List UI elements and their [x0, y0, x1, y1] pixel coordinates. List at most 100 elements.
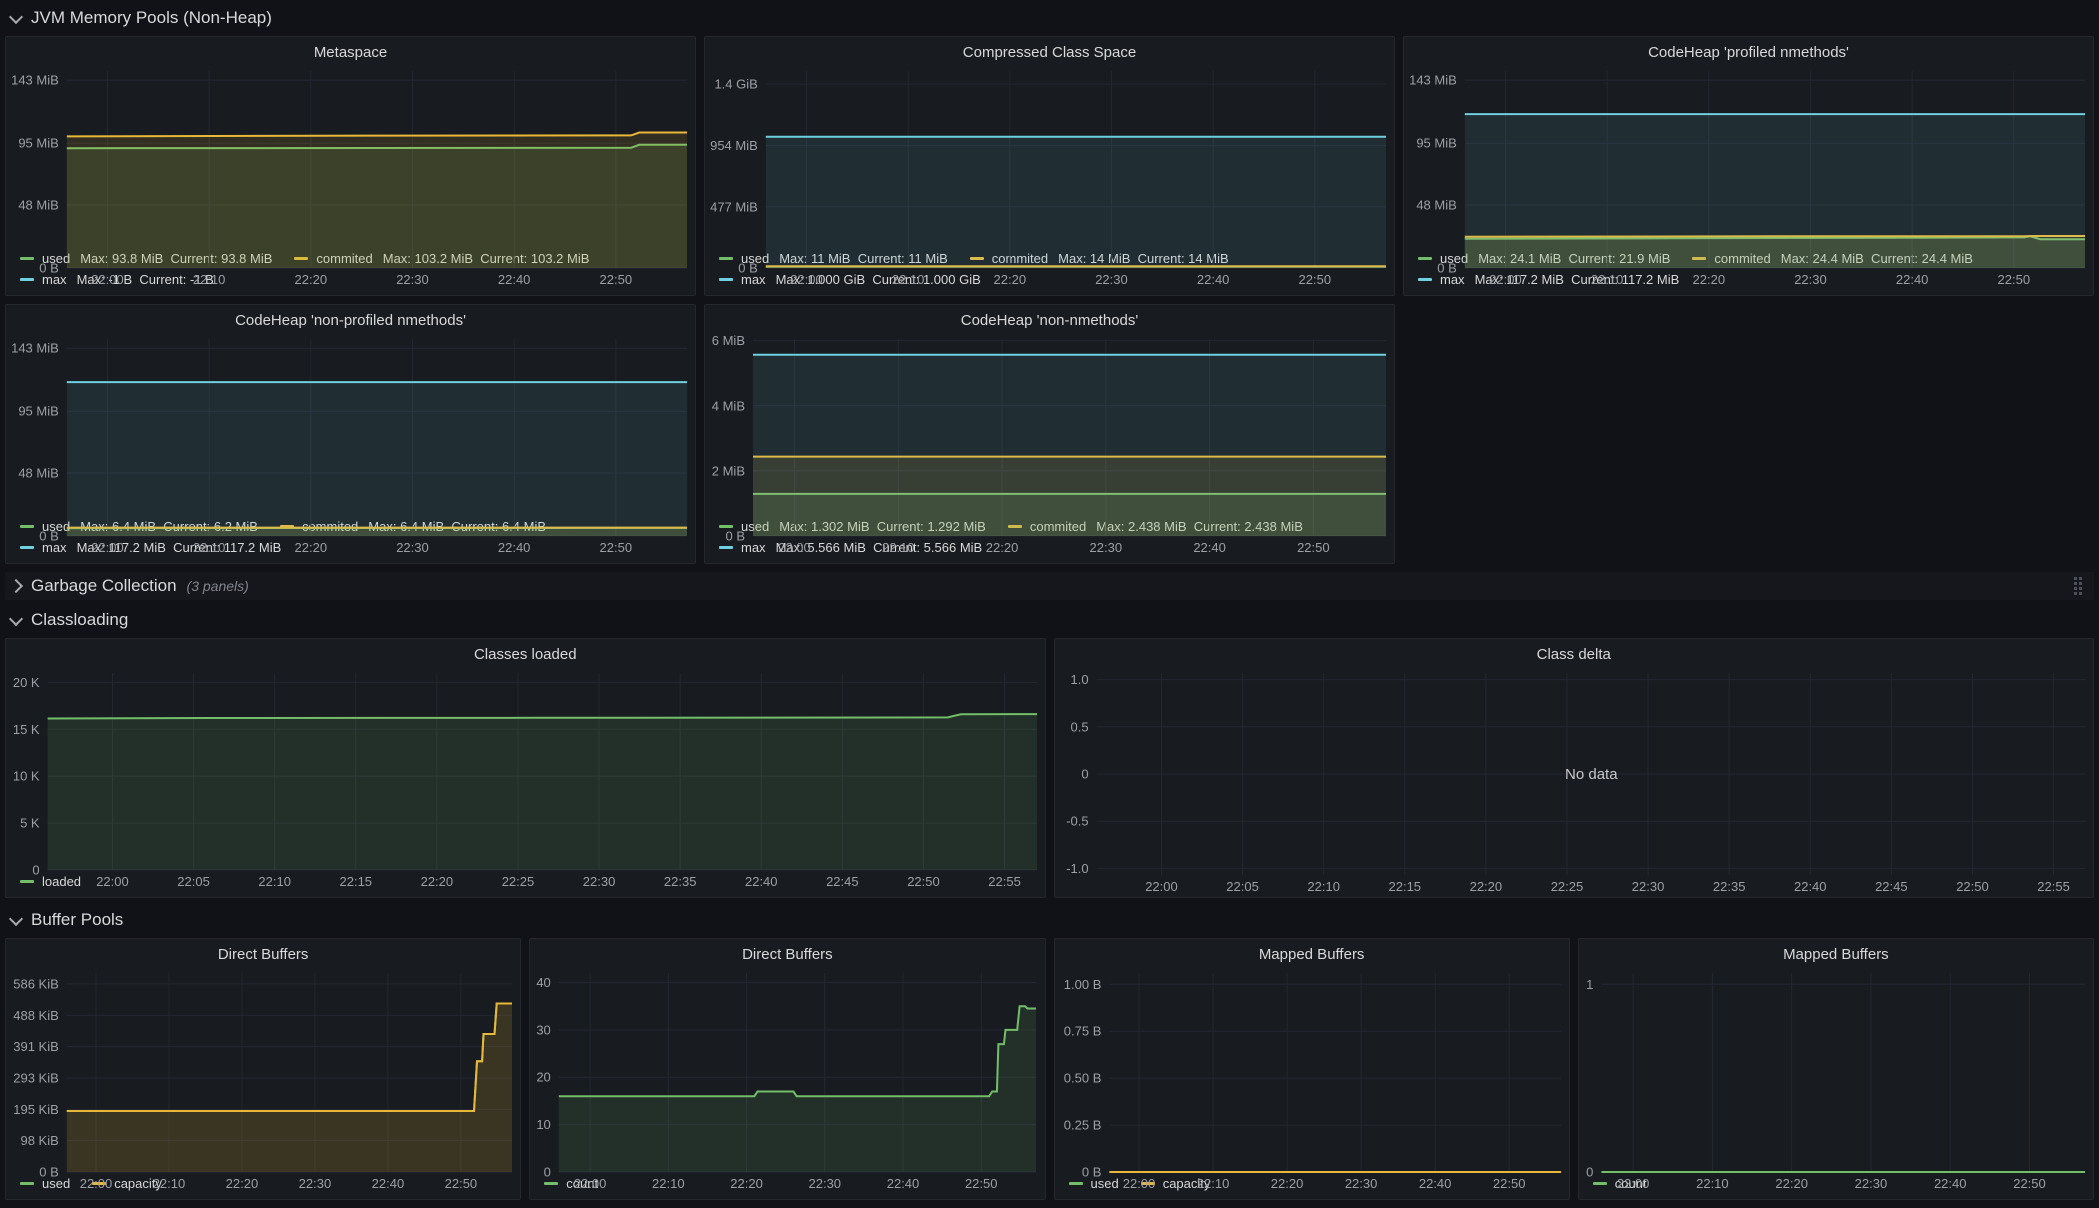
x-tick-label: 22:50	[1998, 272, 2031, 287]
x-tick-label: 22:50	[907, 874, 940, 889]
x-tick-label: 22:50	[1956, 879, 1989, 894]
x-tick-label: 22:10	[892, 272, 925, 287]
x-tick-label: 22:10	[1696, 1176, 1729, 1191]
x-tick-label: 22:40	[498, 272, 531, 287]
y-tick-label: 293 KiB	[13, 1070, 59, 1085]
panel-codeheap-non-nmethods: CodeHeap 'non-nmethods' 22:0022:1022:202…	[704, 304, 1395, 564]
panel-title[interactable]: Class delta	[1055, 639, 2094, 665]
section-title: JVM Memory Pools (Non-Heap)	[31, 8, 272, 28]
chart-canvas[interactable]: 22:0022:1022:2022:3022:4022:50010203040	[530, 965, 1044, 1194]
y-tick-label: 20	[537, 1070, 551, 1085]
x-tick-label: 22:00	[1122, 1176, 1155, 1191]
chart-canvas[interactable]: 22:0022:0522:1022:1522:2022:2522:3022:35…	[6, 665, 1045, 892]
section-header-garbage-collection[interactable]: Garbage Collection (3 panels)	[5, 572, 2094, 600]
x-tick-label: 22:30	[396, 540, 429, 555]
chevron-down-icon	[9, 611, 23, 625]
panel-title[interactable]: CodeHeap 'non-nmethods'	[705, 305, 1394, 331]
x-tick-label: 22:50	[1297, 540, 1330, 555]
panel-title[interactable]: Mapped Buffers	[1579, 939, 2093, 965]
y-tick-label: -0.5	[1066, 814, 1088, 829]
x-tick-label: 22:10	[652, 1176, 685, 1191]
chart-canvas[interactable]: 22:0022:1022:2022:3022:4022:500 B2 MiB4 …	[705, 331, 1394, 558]
y-tick-label: 1.00 B	[1063, 977, 1101, 992]
panel-title[interactable]: Direct Buffers	[530, 939, 1044, 965]
panel-title[interactable]: CodeHeap 'profiled nmethods'	[1404, 37, 2093, 63]
series-line-commited	[67, 133, 687, 137]
chart-canvas[interactable]: 22:0022:1022:2022:3022:4022:500 B48 MiB9…	[6, 331, 695, 558]
x-tick-label: 22:15	[1388, 879, 1421, 894]
section-header-classloading[interactable]: Classloading	[5, 606, 2094, 634]
panel-codeheap-profiled: CodeHeap 'profiled nmethods' 22:0022:102…	[1403, 36, 2094, 296]
series-fill-max	[1465, 114, 2085, 268]
chevron-right-icon	[9, 579, 23, 593]
x-tick-label: 22:50	[1299, 272, 1332, 287]
panel-title[interactable]: Mapped Buffers	[1055, 939, 1569, 965]
x-tick-label: 22:20	[226, 1176, 259, 1191]
x-tick-label: 22:20	[1270, 1176, 1303, 1191]
x-tick-label: 22:55	[988, 874, 1021, 889]
chart-canvas[interactable]: 22:0022:1022:2022:3022:4022:500 B477 MiB…	[705, 63, 1394, 290]
chart-canvas[interactable]: 22:0022:0522:1022:1522:2022:2522:3022:35…	[1055, 665, 2094, 897]
x-tick-label: 22:40	[1793, 879, 1826, 894]
y-tick-label: 30	[537, 1022, 551, 1037]
panel-direct-buffers-bytes: Direct Buffers 22:0022:1022:2022:3022:40…	[5, 938, 521, 1200]
x-tick-label: 22:00	[1145, 879, 1178, 894]
panel-codeheap-non-profiled: CodeHeap 'non-profiled nmethods' 22:0022…	[5, 304, 696, 564]
y-tick-label: 488 KiB	[13, 1008, 59, 1023]
panel-title[interactable]: Direct Buffers	[6, 939, 520, 965]
panel-metaspace: Metaspace 22:0022:1022:2022:3022:4022:50…	[5, 36, 696, 296]
y-tick-label: 6 MiB	[712, 333, 745, 348]
classloading-grid: Classes loaded 22:0022:0522:1022:1522:20…	[5, 638, 2094, 898]
drag-handle-icon[interactable]	[2074, 577, 2082, 595]
x-tick-label: 22:30	[1095, 272, 1128, 287]
x-tick-label: 22:30	[583, 874, 616, 889]
y-tick-label: 5 K	[20, 816, 40, 831]
y-tick-label: 98 KiB	[20, 1133, 58, 1148]
y-tick-label: 0.75 B	[1063, 1024, 1101, 1039]
x-tick-label: 22:50	[965, 1176, 998, 1191]
series-fill-max	[766, 137, 1386, 268]
y-tick-label: 95 MiB	[18, 136, 58, 151]
chart-mapped-buffers-count: 22:0022:1022:2022:3022:4022:5001	[1579, 965, 2093, 1173]
panel-title[interactable]: Classes loaded	[6, 639, 1045, 665]
chart-codeheap-non-profiled: 22:0022:1022:2022:3022:4022:500 B48 MiB9…	[6, 331, 695, 516]
x-tick-label: 22:25	[502, 874, 535, 889]
y-tick-label: 40	[537, 975, 551, 990]
panel-title[interactable]: CodeHeap 'non-profiled nmethods'	[6, 305, 695, 331]
x-tick-label: 22:30	[299, 1176, 332, 1191]
panel-title[interactable]: Metaspace	[6, 37, 695, 63]
x-tick-label: 22:20	[1469, 879, 1502, 894]
chevron-down-icon	[9, 9, 23, 23]
section-title: Garbage Collection	[31, 576, 177, 596]
chart-canvas[interactable]: 22:0022:1022:2022:3022:4022:500 B98 KiB1…	[6, 965, 520, 1194]
y-tick-label: 48 MiB	[18, 465, 58, 480]
x-tick-label: 22:20	[295, 272, 328, 287]
panel-title[interactable]: Compressed Class Space	[705, 37, 1394, 63]
x-tick-label: 22:30	[1794, 272, 1827, 287]
x-tick-label: 22:35	[664, 874, 697, 889]
y-tick-label: 0	[1586, 1165, 1593, 1180]
x-tick-label: 22:30	[1344, 1176, 1377, 1191]
x-tick-label: 22:40	[887, 1176, 920, 1191]
section-header-buffer-pools[interactable]: Buffer Pools	[5, 906, 2094, 934]
series-fill-max	[753, 355, 1386, 536]
chart-compressed-class-space: 22:0022:1022:2022:3022:4022:500 B477 MiB…	[705, 63, 1394, 248]
chart-canvas[interactable]: 22:0022:1022:2022:3022:4022:500 B0.25 B0…	[1055, 965, 1569, 1194]
y-tick-label: 2 MiB	[712, 463, 745, 478]
x-tick-label: 22:10	[1196, 1176, 1229, 1191]
chart-canvas[interactable]: 22:0022:1022:2022:3022:4022:500 B48 MiB9…	[1404, 63, 2093, 290]
x-tick-label: 22:10	[193, 540, 226, 555]
y-tick-label: 0.50 B	[1063, 1071, 1101, 1086]
y-tick-label: 0.5	[1070, 719, 1088, 734]
y-tick-label: 143 MiB	[1409, 73, 1457, 88]
x-tick-label: 22:50	[600, 540, 633, 555]
y-tick-label: 0 B	[1081, 1165, 1101, 1180]
series-fill-loaded	[48, 714, 1037, 870]
section-title: Buffer Pools	[31, 910, 123, 930]
x-tick-label: 22:20	[731, 1176, 764, 1191]
chart-canvas[interactable]: 22:0022:1022:2022:3022:4022:500 B48 MiB9…	[6, 63, 695, 290]
panel-count-label: (3 panels)	[187, 578, 249, 594]
chart-canvas[interactable]: 22:0022:1022:2022:3022:4022:5001	[1579, 965, 2093, 1194]
chart-mapped-buffers-bytes: 22:0022:1022:2022:3022:4022:500 B0.25 B0…	[1055, 965, 1569, 1173]
section-header-jvm-memory-pools[interactable]: JVM Memory Pools (Non-Heap)	[5, 4, 2094, 32]
